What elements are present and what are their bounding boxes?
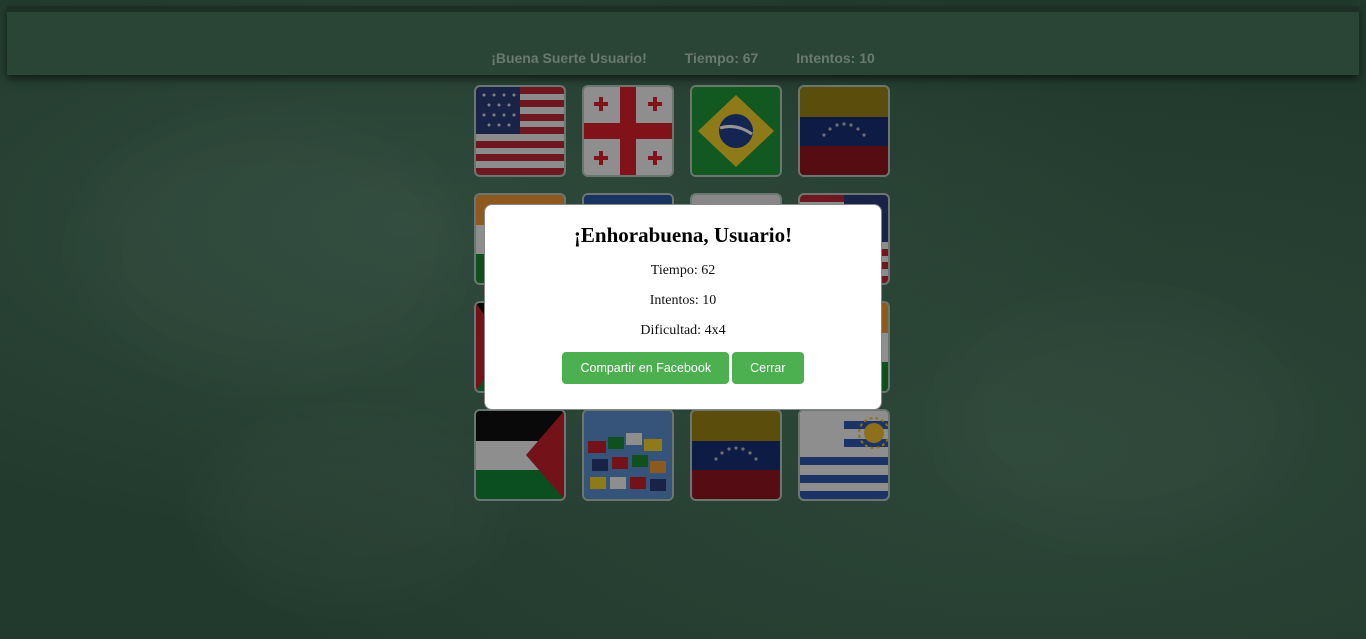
dialog-time: Tiempo: 62: [650, 263, 716, 278]
close-button[interactable]: Cerrar: [732, 352, 804, 384]
dialog-attempts: Intentos: 10: [649, 293, 717, 308]
congratulations-dialog: ¡Enhorabuena, Usuario! Tiempo: 62 Intent…: [484, 204, 882, 410]
dialog-title: ¡Enhorabuena, Usuario!: [573, 223, 793, 247]
dialog-difficulty: Dificultad: 4x4: [640, 323, 726, 338]
share-facebook-button[interactable]: Compartir en Facebook: [562, 352, 730, 384]
dialog-actions: Compartir en Facebook Cerrar: [485, 352, 881, 384]
